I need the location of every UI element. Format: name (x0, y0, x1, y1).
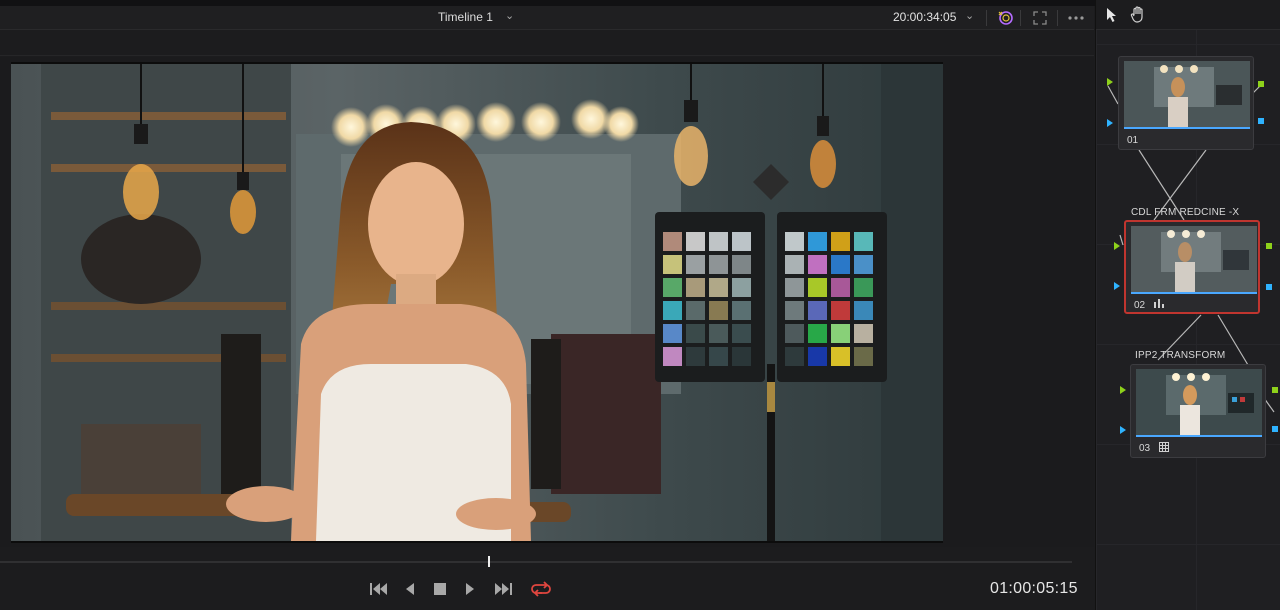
hand-icon[interactable] (1130, 6, 1146, 28)
node-number: 02 (1134, 300, 1146, 311)
node-number: 03 (1139, 443, 1151, 454)
node-alpha-bar (1131, 292, 1257, 294)
alpha-output-port[interactable] (1258, 118, 1264, 124)
rgb-input-port[interactable] (1107, 78, 1113, 86)
play-icon[interactable] (456, 578, 484, 600)
node-editor-panel: 01 CDL FRM REDCINE -X 02 IPP2 TRANSFORM … (1095, 0, 1280, 610)
header-divider (1020, 10, 1021, 26)
loop-icon[interactable] (527, 578, 555, 600)
stop-icon[interactable] (426, 578, 454, 600)
more-options-icon[interactable] (1065, 8, 1087, 28)
rgb-output-port[interactable] (1266, 243, 1272, 249)
pointer-icon[interactable] (1106, 7, 1118, 28)
transport-controls (0, 570, 1094, 610)
alpha-input-port[interactable] (1107, 119, 1113, 127)
alpha-input-port[interactable] (1120, 426, 1126, 434)
source-timecode: 20:00:34:05 (893, 10, 957, 24)
alpha-output-port[interactable] (1266, 284, 1272, 290)
bar-chart-icon (1154, 299, 1164, 311)
rgb-output-port[interactable] (1272, 387, 1278, 393)
node-02[interactable]: 02 (1124, 220, 1260, 314)
node-alpha-bar (1136, 435, 1262, 437)
node-graph-canvas[interactable]: 01 CDL FRM REDCINE -X 02 IPP2 TRANSFORM … (1096, 30, 1280, 610)
grid-icon (1159, 442, 1169, 455)
viewer-area (0, 57, 1094, 547)
header-divider (1057, 10, 1058, 26)
highlight-icon[interactable] (994, 8, 1016, 28)
record-timecode: 01:00:05:15 (990, 580, 1078, 597)
alpha-output-port[interactable] (1272, 426, 1278, 432)
play-reverse-icon[interactable] (396, 578, 424, 600)
chevron-down-icon[interactable]: ⌄ (505, 9, 514, 22)
viewer-subbar (0, 30, 1094, 56)
node-thumbnail (1124, 61, 1250, 127)
rgb-input-port[interactable] (1120, 386, 1126, 394)
playhead[interactable] (488, 556, 490, 567)
scrubber-track[interactable] (0, 561, 1072, 563)
node-label: IPP2 TRANSFORM (1135, 350, 1226, 361)
node-03[interactable]: 03 (1130, 364, 1266, 458)
node-01[interactable]: 01 (1118, 56, 1254, 150)
node-alpha-bar (1124, 127, 1250, 129)
node-editor-toolbar (1096, 0, 1280, 30)
node-label: CDL FRM REDCINE -X (1131, 207, 1240, 218)
chevron-down-icon[interactable]: ⌄ (965, 9, 974, 22)
expand-icon[interactable] (1029, 8, 1051, 28)
skip-to-start-icon[interactable] (365, 578, 393, 600)
node-thumbnail (1136, 369, 1262, 435)
header-divider (986, 10, 987, 26)
skip-to-end-icon[interactable] (489, 578, 517, 600)
rgb-output-port[interactable] (1258, 81, 1264, 87)
rgb-input-port[interactable] (1114, 242, 1120, 250)
node-number: 01 (1127, 135, 1139, 146)
alpha-input-port[interactable] (1114, 282, 1120, 290)
viewer-header: Timeline 1 ⌄ 20:00:34:05 ⌄ (0, 6, 1094, 30)
timeline-name[interactable]: Timeline 1 (438, 10, 493, 24)
viewer-frame-image[interactable] (11, 62, 943, 543)
node-thumbnail (1131, 226, 1257, 292)
